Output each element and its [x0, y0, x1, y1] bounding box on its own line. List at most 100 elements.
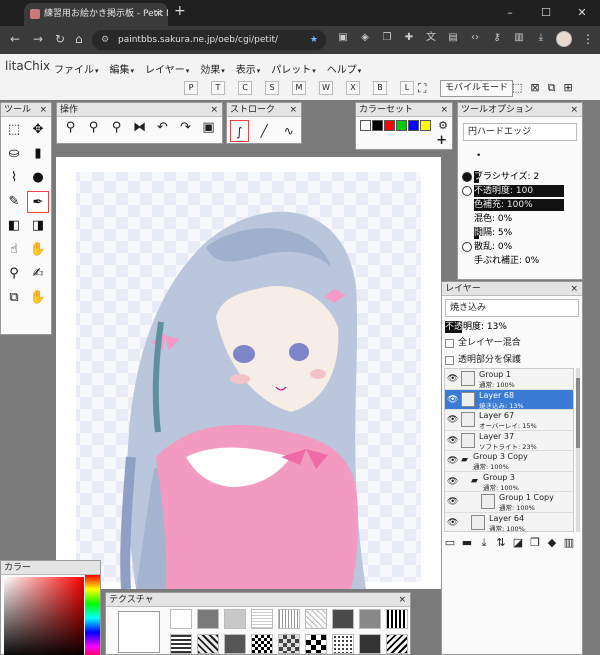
scrollbar-thumb[interactable]	[576, 378, 580, 448]
forward-icon[interactable]: →	[33, 32, 43, 46]
freehand-stroke-icon[interactable]: ∫	[230, 120, 249, 142]
fill-layer-icon[interactable]: ◆	[546, 536, 558, 550]
texture-swatch[interactable]	[359, 634, 381, 654]
layer-row[interactable]: 👁 Group 1 通常: 100%	[445, 369, 573, 390]
pressure-radio[interactable]	[462, 172, 472, 182]
zoom-out-icon[interactable]: ⚲	[84, 120, 103, 135]
texture-preview[interactable]	[118, 611, 160, 653]
layer-list-scrollbar[interactable]	[576, 368, 580, 532]
gear-icon[interactable]: ⚙	[438, 119, 448, 132]
brush-setting-slider[interactable]: ブラシサイズ: 2	[458, 171, 582, 183]
color-swatch[interactable]	[408, 120, 419, 131]
brush-setting-slider[interactable]: 色補充: 100%	[458, 199, 582, 211]
browser-menu-icon[interactable]: ⋮	[582, 32, 594, 46]
colorset-panel-close-icon[interactable]: ×	[440, 103, 448, 117]
new-tab-button[interactable]: +	[174, 3, 186, 19]
layer-row[interactable]: 👁 ▰ Group 3 通常: 100%	[445, 471, 573, 492]
key-icon[interactable]: ⚷	[490, 31, 504, 45]
menu-effect[interactable]: 効果	[200, 61, 225, 76]
toggle-m-button[interactable]: M	[292, 81, 306, 95]
color-swatch[interactable]	[372, 120, 383, 131]
clip-icon[interactable]: ◪	[512, 536, 524, 550]
texture-swatch[interactable]	[197, 609, 219, 629]
fill-bucket-icon[interactable]: ⛀	[3, 143, 25, 165]
operations-panel-close-icon[interactable]: ×	[210, 103, 218, 117]
flip-horizontal-icon[interactable]: ⧓	[130, 120, 149, 135]
download-icon[interactable]: ⤓	[534, 31, 548, 45]
hand-icon[interactable]: ✋	[27, 287, 49, 309]
invert-selection-icon[interactable]: ⧉	[548, 81, 556, 95]
brush-setting-slider[interactable]: 混色: 0%	[458, 213, 582, 225]
pressure-radio[interactable]	[462, 242, 472, 252]
browser-tab[interactable]: 練習用お絵かき掲示板 - Petit Ne ✕	[24, 3, 168, 26]
texture-swatch[interactable]	[305, 609, 327, 629]
soft-eraser-icon[interactable]: ◨	[27, 215, 49, 237]
translate-icon[interactable]: 文	[424, 31, 438, 45]
texture-swatch[interactable]	[170, 634, 192, 654]
bookmark-star-icon[interactable]: ★	[310, 30, 318, 50]
visibility-eye-icon[interactable]: 👁	[447, 477, 458, 487]
stroke-panel-close-icon[interactable]: ×	[289, 103, 297, 117]
new-folder-icon[interactable]: ▬	[461, 536, 473, 550]
toggle-x-button[interactable]: X	[346, 81, 360, 95]
menu-palette[interactable]: パレット	[271, 61, 316, 76]
minimize-icon[interactable]: –	[492, 0, 528, 26]
visibility-eye-icon[interactable]: 👁	[447, 518, 458, 528]
layer-row[interactable]: 👁 Layer 67 オーバーレイ: 15%	[445, 410, 573, 431]
undo-icon[interactable]: ↶	[153, 120, 172, 135]
deselect-icon[interactable]: ⊠	[530, 81, 539, 95]
transform-icon[interactable]: ⧉	[3, 287, 25, 309]
visibility-eye-icon[interactable]: 👁	[447, 374, 458, 384]
visibility-eye-icon[interactable]: 👁	[447, 415, 458, 425]
maximize-icon[interactable]: ☐	[528, 0, 564, 26]
texture-panel-close-icon[interactable]: ×	[398, 593, 406, 607]
move-layer-icon[interactable]: ⇅	[495, 536, 507, 550]
zoom-in-icon[interactable]: ⚲	[61, 120, 80, 135]
layer-row[interactable]: 👁 Layer 64 通常: 100%	[445, 512, 573, 531]
toggle-b-button[interactable]: B	[373, 81, 387, 95]
tool-options-panel-close-icon[interactable]: ×	[570, 103, 578, 117]
smudge-icon[interactable]: ☝	[3, 239, 25, 261]
pencil-icon[interactable]: ✎	[3, 191, 25, 213]
menu-help[interactable]: ヘルプ	[327, 61, 362, 76]
layer-row[interactable]: 👁 Layer 37 ソフトライト: 23%	[445, 430, 573, 451]
home-icon[interactable]: ⌂	[75, 32, 83, 46]
new-layer-icon[interactable]: ▭	[444, 536, 456, 550]
line-stroke-icon[interactable]: ╱	[255, 120, 274, 142]
trash-icon[interactable]: ▥	[512, 31, 526, 45]
crop-selection-icon[interactable]: ⊞	[563, 81, 572, 95]
blend-mode-select[interactable]: 焼き込み	[445, 299, 579, 317]
eyedropper-icon[interactable]: ⌇	[3, 167, 25, 189]
saturation-value-picker[interactable]	[4, 577, 84, 655]
toggle-p-button[interactable]: P	[184, 81, 198, 95]
texture-swatch[interactable]	[305, 634, 327, 654]
texture-swatch[interactable]	[386, 609, 408, 629]
burn-icon[interactable]: ✍	[27, 263, 49, 285]
hue-slider[interactable]	[85, 575, 100, 655]
merge-down-icon[interactable]: ⤓	[478, 536, 490, 550]
site-info-icon[interactable]: ⚙	[101, 30, 109, 50]
visibility-eye-icon[interactable]: 👁	[447, 497, 458, 507]
folder-icon[interactable]: ▰	[461, 455, 468, 465]
texture-swatch[interactable]	[359, 609, 381, 629]
address-bar[interactable]: ⚙ paintbbs.sakura.ne.jp/oeb/cgi/petit/ ★	[92, 30, 326, 50]
brush-setting-slider[interactable]: 散乱: 0%	[458, 241, 582, 253]
texture-swatch[interactable]	[224, 634, 246, 654]
texture-swatch[interactable]	[224, 609, 246, 629]
toggle-c-button[interactable]: C	[238, 81, 252, 95]
color-swatch[interactable]	[420, 120, 431, 131]
rect-select-icon[interactable]: ⬚	[3, 119, 25, 141]
close-tab-icon[interactable]: ✕	[154, 3, 162, 26]
move-icon[interactable]: ✥	[27, 119, 49, 141]
menu-edit[interactable]: 編集	[110, 61, 135, 76]
toggle-w-button[interactable]: W	[319, 81, 333, 95]
color-swatch[interactable]	[396, 120, 407, 131]
menu-view[interactable]: 表示	[236, 61, 261, 76]
texture-swatch[interactable]	[251, 609, 273, 629]
eraser-icon[interactable]: ◧	[3, 215, 25, 237]
fullscreen-icon[interactable]: ⛶	[418, 81, 426, 96]
visibility-eye-icon[interactable]: 👁	[447, 436, 458, 446]
brush-setting-slider[interactable]: 間隔: 5%	[458, 227, 582, 239]
toggle-l-button[interactable]: L	[400, 81, 414, 95]
tools-panel-close-icon[interactable]: ×	[39, 103, 47, 117]
